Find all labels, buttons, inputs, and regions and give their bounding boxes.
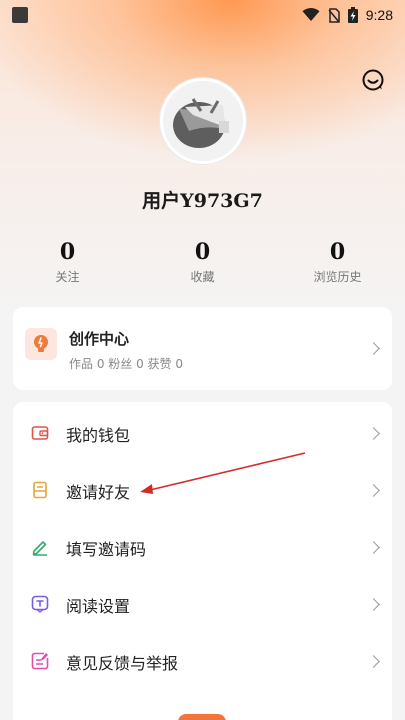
stats-row: 0 关注 0 收藏 0 浏览历史 (0, 238, 405, 285)
stat-value: 0 (194, 239, 211, 265)
chevron-right-icon (367, 655, 380, 668)
menu-item-invite-code[interactable]: 填写邀请码 (13, 519, 392, 575)
creator-icon-badge (25, 328, 57, 360)
stat-favorites[interactable]: 0 收藏 (135, 238, 270, 285)
customer-service-button[interactable] (361, 68, 385, 92)
menu-item-label: 填写邀请码 (66, 540, 147, 559)
reading-settings-icon (31, 595, 49, 613)
menu-item-label: 意见反馈与举报 (66, 654, 179, 673)
bottom-tab-indicator (178, 714, 226, 720)
menu-item-label: 我的钱包 (66, 426, 131, 445)
lightbulb-icon (34, 335, 48, 352)
feedback-icon (31, 652, 49, 670)
chevron-right-icon (367, 342, 380, 355)
stat-history[interactable]: 0 浏览历史 (270, 238, 405, 285)
invite-icon (33, 481, 47, 499)
stat-value: 0 (59, 239, 76, 265)
username: 用户Y973G7 (142, 190, 263, 212)
menu-item-label: 邀请好友 (66, 483, 131, 502)
avatar[interactable] (160, 78, 246, 164)
wifi-icon (302, 8, 320, 21)
creator-center-title: 创作中心 (69, 330, 130, 348)
default-avatar-image (163, 81, 243, 161)
menu-item-wallet[interactable]: 我的钱包 (13, 405, 392, 461)
stat-value: 0 (329, 239, 346, 265)
menu-card: 我的钱包 邀请好友 填写邀请码 阅读设置 意见反馈与举报 (13, 402, 392, 720)
wallet-icon (31, 426, 49, 440)
menu-item-reading-settings[interactable]: 阅读设置 (13, 576, 392, 632)
clock: 9:28 (365, 7, 393, 23)
menu-item-invite-friends[interactable]: 邀请好友 (13, 462, 392, 518)
chevron-right-icon (367, 541, 380, 554)
no-sim-icon (328, 7, 340, 23)
stat-following[interactable]: 0 关注 (0, 238, 135, 285)
chat-smile-icon (362, 69, 384, 91)
stat-label: 浏览历史 (313, 270, 362, 284)
pen-icon (32, 541, 47, 556)
notification-icon (12, 7, 28, 23)
chevron-right-icon (367, 427, 380, 440)
menu-item-label: 阅读设置 (66, 597, 131, 616)
creator-center-card[interactable]: 创作中心 作品 0 粉丝 0 获赞 0 (13, 307, 392, 390)
status-bar: 9:28 (0, 0, 405, 30)
stat-label: 收藏 (190, 270, 215, 284)
menu-item-feedback[interactable]: 意见反馈与举报 (13, 633, 392, 689)
battery-charging-icon (347, 7, 358, 23)
chevron-right-icon (367, 484, 380, 497)
stat-label: 关注 (55, 270, 80, 284)
chevron-right-icon (367, 598, 380, 611)
creator-center-stats: 作品 0 粉丝 0 获赞 0 (69, 357, 183, 371)
